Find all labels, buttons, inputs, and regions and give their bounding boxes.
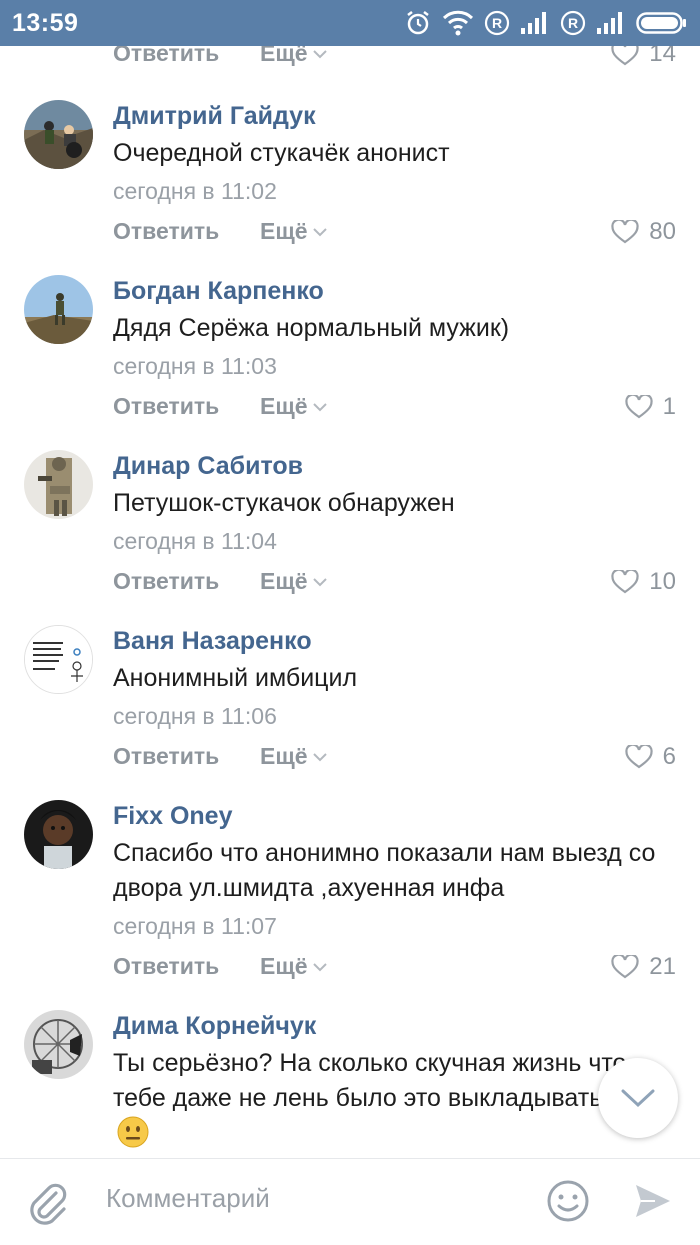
reply-button[interactable]: Ответить [113, 953, 219, 980]
like-button[interactable]: 6 [625, 743, 676, 771]
comment-input[interactable]: Комментарий [106, 1183, 270, 1214]
avatar[interactable] [24, 100, 93, 169]
avatar[interactable] [24, 275, 93, 344]
more-label: Ещё [260, 953, 308, 979]
chevron-down-icon [312, 227, 327, 236]
more-label: Ещё [260, 568, 308, 594]
paperclip-icon[interactable] [26, 1181, 68, 1225]
svg-text:R: R [568, 15, 578, 31]
comment-actions: Ответить Ещё 6 [0, 743, 700, 779]
like-count: 10 [649, 568, 676, 595]
emoji-icon[interactable] [546, 1179, 590, 1223]
heart-icon [611, 570, 639, 594]
comment-author[interactable]: Ваня Назаренко [113, 627, 312, 656]
like-count: 6 [662, 743, 676, 770]
wifi-icon [442, 10, 474, 36]
chevron-down-icon [621, 1089, 655, 1108]
chevron-down-icon [312, 577, 327, 586]
comment-text: Очередной стукачёк анонист [113, 139, 450, 167]
comment-text-content: Ты серьёзно? На сколько скучная жизнь чт… [113, 1049, 627, 1112]
status-bar: 13:59 R R [0, 0, 700, 46]
more-button[interactable]: Ещё [260, 218, 328, 245]
more-label: Ещё [260, 218, 308, 244]
like-count: 80 [649, 218, 676, 245]
chevron-down-icon [312, 402, 327, 411]
more-button[interactable]: Ещё [260, 393, 328, 420]
avatar[interactable] [24, 450, 93, 519]
comment-author[interactable]: Дмитрий Гайдук [113, 102, 316, 131]
comment-date: сегодня в 11:06 [113, 703, 277, 729]
comment-date: сегодня в 11:07 [113, 913, 277, 939]
comment-text: Анонимный имбицил [113, 664, 358, 692]
comment-date: сегодня в 11:03 [113, 353, 277, 379]
more-button[interactable]: Ещё [260, 46, 328, 67]
battery-icon [636, 12, 686, 34]
avatar[interactable] [24, 625, 93, 694]
roaming-icon-2: R [560, 10, 586, 36]
heart-icon [611, 220, 639, 244]
heart-icon [611, 46, 639, 66]
comment-author[interactable]: Fixx Oney [113, 802, 233, 831]
heart-icon [625, 395, 653, 419]
like-count: 14 [649, 46, 676, 67]
comment-author[interactable]: Богдан Карпенко [113, 277, 324, 306]
like-button[interactable]: 10 [611, 568, 676, 596]
scroll-down-button[interactable] [598, 1058, 678, 1138]
like-button[interactable]: 80 [611, 218, 676, 246]
reply-button[interactable]: Ответить [113, 568, 219, 595]
status-time: 13:59 [12, 9, 79, 37]
heart-icon [611, 955, 639, 979]
comments-feed[interactable]: Ответить Ещё 14 Дмитрий Гайдук Очередной… [0, 46, 700, 1158]
comment-text: Дядя Серёжа нормальный мужик) [113, 314, 510, 342]
like-count: 1 [662, 393, 676, 420]
signal-icon-2 [597, 12, 622, 34]
comment-actions-partial: Ответить Ещё 14 [0, 46, 700, 80]
comment-actions: Ответить Ещё 80 [0, 218, 700, 254]
reply-button[interactable]: Ответить [113, 218, 219, 245]
comment-actions: Ответить Ещё 1 [0, 393, 700, 429]
like-button[interactable]: 14 [611, 46, 676, 68]
alarm-icon [407, 11, 429, 35]
more-button[interactable]: Ещё [260, 743, 328, 770]
reply-button[interactable]: Ответить [113, 393, 219, 420]
more-button[interactable]: Ещё [260, 953, 328, 980]
like-button[interactable]: 21 [611, 953, 676, 981]
comment-text: Ты серьёзно? На сколько скучная жизнь чт… [113, 1046, 633, 1152]
chevron-down-icon [312, 49, 327, 58]
heart-icon [625, 745, 653, 769]
comment-date: сегодня в 11:02 [113, 178, 277, 204]
svg-text:R: R [492, 15, 502, 31]
more-button[interactable]: Ещё [260, 568, 328, 595]
comment-composer: Комментарий [0, 1158, 700, 1245]
chevron-down-icon [312, 752, 327, 761]
chevron-down-icon [312, 962, 327, 971]
status-icons: R R [404, 8, 688, 38]
reply-button[interactable]: Ответить [113, 743, 219, 770]
more-label: Ещё [260, 743, 308, 769]
like-button[interactable]: 1 [625, 393, 676, 421]
avatar[interactable] [24, 1010, 93, 1079]
avatar[interactable] [24, 800, 93, 869]
signal-icon [521, 12, 546, 34]
comment-author[interactable]: Динар Сабитов [113, 452, 303, 481]
like-count: 21 [649, 953, 676, 980]
comment-actions: Ответить Ещё 21 [0, 953, 700, 989]
neutral-face-emoji-icon [117, 1116, 149, 1148]
roaming-icon: R [484, 10, 510, 36]
comment-text: Петушок-стукачок обнаружен [113, 489, 455, 517]
reply-button[interactable]: Ответить [113, 46, 219, 67]
more-label: Ещё [260, 393, 308, 419]
comment-text: Спасибо что анонимно показали нам выезд … [113, 839, 656, 902]
more-label: Ещё [260, 46, 308, 66]
comment-date: сегодня в 11:04 [113, 528, 277, 554]
comment-actions: Ответить Ещё 10 [0, 568, 700, 604]
comment-author[interactable]: Дима Корнейчук [113, 1012, 316, 1041]
send-icon[interactable] [633, 1181, 673, 1221]
